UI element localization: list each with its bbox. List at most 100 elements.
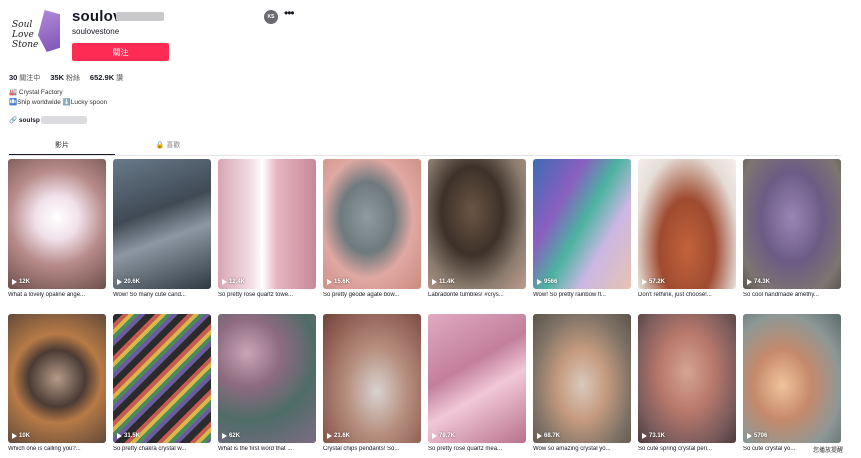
- video-thumbnail[interactable]: 57.2K: [638, 159, 736, 289]
- video-caption[interactable]: Wow so amazing crystal yo...: [533, 446, 631, 452]
- video-thumbnail[interactable]: 21.6K: [323, 314, 421, 443]
- view-count: 9566: [537, 279, 557, 285]
- video-card[interactable]: 68.7K Wow so amazing crystal yo...: [533, 314, 631, 458]
- video-caption[interactable]: So pretty rose quartz mea...: [428, 446, 526, 452]
- video-card[interactable]: 57.2K Don't rethink, just choose!...: [638, 159, 736, 298]
- video-caption[interactable]: So cool handmade amethy...: [743, 292, 841, 298]
- video-thumbnail[interactable]: 62K: [218, 314, 316, 443]
- view-count: 74.3K: [747, 279, 770, 285]
- video-card[interactable]: 10K Which one is calling you?...: [8, 314, 106, 458]
- video-card[interactable]: 11.4K Labradorite tumbles! #crys...: [428, 159, 526, 298]
- video-card[interactable]: 15.6K So pretty geode agate bow...: [323, 159, 421, 298]
- play-icon: [432, 433, 437, 439]
- play-icon: [12, 279, 17, 285]
- video-caption[interactable]: Wow! So many cute cand...: [113, 292, 211, 298]
- view-count: 21.6K: [327, 433, 350, 439]
- view-count: 15.6K: [327, 279, 350, 285]
- video-thumbnail[interactable]: 9566: [533, 159, 631, 289]
- video-thumbnail[interactable]: 5706: [743, 314, 841, 443]
- video-thumbnail[interactable]: 79.7K: [428, 314, 526, 443]
- bio-line-2: 🛄Ship worldwide ⬇️Lucky spoon: [9, 99, 108, 106]
- video-card[interactable]: 31.5K So pretty chakra crystal w...: [113, 314, 211, 458]
- play-icon: [12, 433, 17, 439]
- view-count: 31.5K: [117, 433, 140, 439]
- play-icon: [327, 279, 332, 285]
- play-icon: [327, 433, 332, 439]
- avatar[interactable]: Soul Love Stone: [9, 6, 60, 57]
- video-card[interactable]: 62K What is the first word that ...: [218, 314, 316, 458]
- likes-label: 讚: [116, 75, 124, 82]
- following-label: 關注中: [19, 75, 41, 82]
- view-count: 79.7K: [432, 433, 455, 439]
- view-count: 57.2K: [642, 279, 665, 285]
- play-icon: [537, 433, 542, 439]
- video-card[interactable]: 73.1K So cute spring crystal peri...: [638, 314, 736, 458]
- play-icon: [222, 433, 227, 439]
- play-icon: [747, 433, 752, 439]
- profile-link-text[interactable]: soulsp: [19, 117, 40, 124]
- video-card[interactable]: 12.4K So pretty rose quartz towe...: [218, 159, 316, 298]
- following-count[interactable]: 30: [9, 73, 17, 82]
- video-thumbnail[interactable]: 68.7K: [533, 314, 631, 443]
- video-caption[interactable]: What is the first word that ...: [218, 446, 316, 452]
- play-icon: [222, 279, 227, 285]
- profile-subname: soulovestone: [72, 27, 120, 36]
- video-card[interactable]: 9566 Wow! So pretty rainbow fl...: [533, 159, 631, 298]
- video-grid: 12K What a lovely opaline ange... 20.6K …: [8, 159, 841, 458]
- tab-liked[interactable]: 🔒 喜歡: [115, 140, 221, 154]
- play-icon: [432, 279, 437, 285]
- view-count: 20.6K: [117, 279, 140, 285]
- playback-notice: 您播放提醒: [811, 444, 846, 455]
- play-icon: [117, 279, 122, 285]
- followers-label: 粉絲: [65, 75, 80, 82]
- video-thumbnail[interactable]: 12K: [8, 159, 106, 289]
- video-thumbnail[interactable]: 15.6K: [323, 159, 421, 289]
- view-count: 12.4K: [222, 279, 245, 285]
- video-thumbnail[interactable]: 10K: [8, 314, 106, 443]
- avatar-logo-text: Soul Love Stone: [12, 20, 39, 50]
- video-thumbnail[interactable]: 11.4K: [428, 159, 526, 289]
- video-caption[interactable]: Wow! So pretty rainbow fl...: [533, 292, 631, 298]
- video-card[interactable]: 20.6K Wow! So many cute cand...: [113, 159, 211, 298]
- video-caption[interactable]: Which one is calling you?...: [8, 446, 106, 452]
- video-caption[interactable]: What a lovely opaline ange...: [8, 292, 106, 298]
- video-caption[interactable]: Don't rethink, just choose!...: [638, 292, 736, 298]
- video-caption[interactable]: Crystal chips pendants! So...: [323, 446, 421, 452]
- view-count: 5706: [747, 433, 767, 439]
- tab-videos[interactable]: 影片: [9, 140, 115, 155]
- more-icon[interactable]: •••: [284, 6, 295, 20]
- view-count: 10K: [12, 433, 30, 439]
- likes-count: 652.9K: [89, 73, 115, 82]
- followers-count[interactable]: 35K: [50, 73, 64, 82]
- video-card[interactable]: 5706 So cute crystal yo...: [743, 314, 841, 458]
- view-count: 73.1K: [642, 433, 665, 439]
- profile-link[interactable]: 🔗 soulsp: [9, 116, 40, 124]
- video-card[interactable]: 79.7K So pretty rose quartz mea...: [428, 314, 526, 458]
- video-card[interactable]: 21.6K Crystal chips pendants! So...: [323, 314, 421, 458]
- view-count: 68.7K: [537, 433, 560, 439]
- video-caption[interactable]: So pretty chakra crystal w...: [113, 446, 211, 452]
- video-thumbnail[interactable]: 74.3K: [743, 159, 841, 289]
- video-thumbnail[interactable]: 20.6K: [113, 159, 211, 289]
- bio-line-1: 🏭 Crystal Factory: [9, 89, 63, 96]
- play-icon: [747, 279, 752, 285]
- follow-button[interactable]: 關注: [72, 43, 169, 61]
- play-icon: [642, 279, 647, 285]
- video-card[interactable]: 74.3K So cool handmade amethy...: [743, 159, 841, 298]
- view-count: 62K: [222, 433, 240, 439]
- tab-divider: [9, 155, 841, 156]
- video-caption[interactable]: So pretty rose quartz towe...: [218, 292, 316, 298]
- username-redaction: [116, 12, 164, 21]
- video-thumbnail[interactable]: 12.4K: [218, 159, 316, 289]
- profile-badge-icon[interactable]: KS: [264, 10, 278, 24]
- video-thumbnail[interactable]: 73.1K: [638, 314, 736, 443]
- video-caption[interactable]: Labradorite tumbles! #crys...: [428, 292, 526, 298]
- video-card[interactable]: 12K What a lovely opaline ange...: [8, 159, 106, 298]
- profile-stats: 30 關注中 35K 粉絲 652.9K 讚: [9, 73, 131, 83]
- view-count: 11.4K: [432, 279, 455, 285]
- video-caption[interactable]: So cute spring crystal peri...: [638, 446, 736, 452]
- video-thumbnail[interactable]: 31.5K: [113, 314, 211, 443]
- play-icon: [117, 433, 122, 439]
- video-caption[interactable]: So pretty geode agate bow...: [323, 292, 421, 298]
- play-icon: [537, 279, 542, 285]
